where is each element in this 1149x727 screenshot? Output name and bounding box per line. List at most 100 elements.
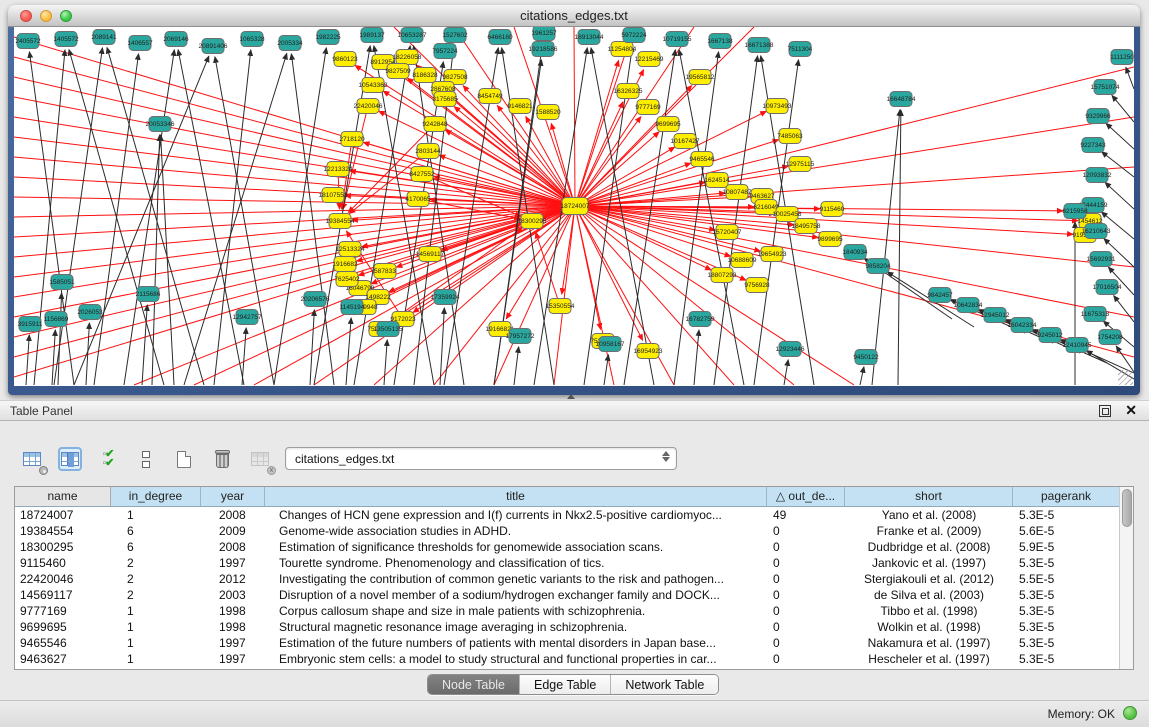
close-panel-icon[interactable]: ✕ xyxy=(1125,402,1137,419)
graph-node-label: 15350554 xyxy=(546,303,575,310)
graph-node-label: 22420046 xyxy=(354,103,383,110)
status-bar: Memory: OK xyxy=(0,700,1149,727)
graph-node-label: 1754208 xyxy=(1097,334,1123,341)
table-cell: 2012 xyxy=(201,571,265,587)
graph-node-label: 20891406 xyxy=(199,43,228,50)
tab-network-table[interactable]: Network Table xyxy=(611,675,718,694)
table-panel-title: Table Panel xyxy=(10,404,73,418)
table-row[interactable]: 2242004622012Investigating the contribut… xyxy=(15,571,1120,587)
memory-ok-icon[interactable] xyxy=(1123,706,1137,720)
table-cell: 1997 xyxy=(201,555,265,571)
graph-node-label: 18724007 xyxy=(561,203,590,210)
graph-node-label: 16648784 xyxy=(887,96,916,103)
graph-node-label: 1961257 xyxy=(531,30,557,37)
graph-node-label: 7625402 xyxy=(334,276,360,283)
table-cell: 5.3E-5 xyxy=(1013,651,1120,667)
table-source-dropdown[interactable]: citations_edges.txt xyxy=(285,447,677,470)
graph-node-label: 9146821 xyxy=(507,103,533,110)
table-row[interactable]: 946554611997Estimation of the future num… xyxy=(15,635,1120,651)
table-row[interactable]: 1872400712008Changes of HCN gene express… xyxy=(15,507,1120,523)
network-canvas[interactable]: 1872400798601238912954182260589827509818… xyxy=(14,27,1134,386)
table-cell: Estimation of the future numbers of pati… xyxy=(265,635,767,651)
graph-node-label: 12945012 xyxy=(981,312,1010,319)
graph-node-label: 10167427 xyxy=(671,138,700,145)
table-cell: 0 xyxy=(767,619,845,635)
application-frame: citations_edges.txt 18724007986012389129… xyxy=(0,0,1149,727)
table-cell: Changes of HCN gene expression and I(f) … xyxy=(265,507,767,523)
graph-node-label: 18807293 xyxy=(708,272,737,279)
table-row[interactable]: 1456911722003Disruption of a novel membe… xyxy=(15,587,1120,603)
graph-node-label: 9860123 xyxy=(332,56,358,63)
split-pane-handle[interactable] xyxy=(567,394,575,399)
graph-node-label: 10543362 xyxy=(359,82,388,89)
table-source-value: citations_edges.txt xyxy=(295,452,394,466)
table-cell: 1 xyxy=(111,603,201,619)
column-header-year[interactable]: year xyxy=(201,487,265,506)
column-header-in_degree[interactable]: in_degree xyxy=(111,487,201,506)
table-cell: 2009 xyxy=(201,523,265,539)
graph-node-label: 6216049 xyxy=(753,204,779,211)
table-row[interactable]: 977716911998Corpus callosum shape and si… xyxy=(15,603,1120,619)
select-rows-icon[interactable]: ✔✔ xyxy=(96,447,120,471)
graph-node-label: 16326325 xyxy=(614,88,643,95)
table-cell: 2 xyxy=(111,555,201,571)
table-cell: Embryonic stem cells: a model to study s… xyxy=(265,651,767,667)
dropdown-stepper-icon[interactable] xyxy=(662,451,670,462)
graph-node-label: 12215469 xyxy=(635,56,664,63)
network-window[interactable]: citations_edges.txt 18724007986012389129… xyxy=(8,5,1140,395)
network-window-titlebar[interactable]: citations_edges.txt xyxy=(8,5,1140,27)
table-cell: 6 xyxy=(111,539,201,555)
graph-node-label: 19384554 xyxy=(326,218,355,225)
column-header-name[interactable]: name xyxy=(15,487,111,506)
column-header-out_degree[interactable]: △ out_de... xyxy=(767,487,845,506)
graph-node-label: 1111250 xyxy=(1110,54,1134,61)
table-settings-icon[interactable] xyxy=(20,447,44,471)
graph-node-label: 9115460 xyxy=(820,206,845,213)
resize-grip[interactable] xyxy=(1118,370,1133,385)
network-svg: 1872400798601238912954182260589827509818… xyxy=(14,27,1134,386)
graph-node-label: 17359924 xyxy=(431,294,460,301)
table-row[interactable]: 1938455462009Genome-wide association stu… xyxy=(15,523,1120,539)
column-header-pagerank[interactable]: pagerank xyxy=(1013,487,1120,506)
table-cell: Investigating the contribution of common… xyxy=(265,571,767,587)
graph-node-label: 10642834 xyxy=(954,302,983,309)
graph-node-label: 12410945 xyxy=(1063,342,1092,349)
table-cell: Tourette syndrome. Phenomenology and cla… xyxy=(265,555,767,571)
table-cell: 18724007 xyxy=(15,507,111,523)
table-scrollbar-thumb[interactable] xyxy=(1122,489,1132,527)
graph-node-label: 19565812 xyxy=(686,74,715,81)
table-cell: Jankovic et al. (1997) xyxy=(845,555,1013,571)
graph-node-label: 1156869 xyxy=(44,316,69,323)
new-table-icon[interactable] xyxy=(172,447,196,471)
table-cell: Franke et al. (2009) xyxy=(845,523,1013,539)
table-cell: de Silva et al. (2003) xyxy=(845,587,1013,603)
table-row[interactable]: 969969511998Structural magnetic resonanc… xyxy=(15,619,1120,635)
graph-node-label: 9899695 xyxy=(817,236,843,243)
table-row[interactable]: 1830029562008Estimation of significance … xyxy=(15,539,1120,555)
select-column-icon[interactable] xyxy=(58,447,82,471)
tab-node-table[interactable]: Node Table xyxy=(428,675,520,694)
graph-node-label: 12923446 xyxy=(776,346,805,353)
graph-node-label: 8186328 xyxy=(412,72,438,79)
delete-table-icon[interactable] xyxy=(210,447,234,471)
table-cell: Disruption of a novel member of a sodium… xyxy=(265,587,767,603)
row-stack-icon[interactable] xyxy=(134,447,158,471)
table-scrollbar[interactable] xyxy=(1119,487,1133,669)
table-row[interactable]: 911546021997Tourette syndrome. Phenomeno… xyxy=(15,555,1120,571)
graph-node-label: 9756928 xyxy=(744,282,770,289)
graph-node-label: 15720407 xyxy=(713,229,742,236)
graph-node-label: 11675318 xyxy=(1081,311,1110,318)
graph-node-label: 10025458 xyxy=(773,211,802,218)
graph-node-label: 10719155 xyxy=(663,36,692,43)
graph-node-label: 17957272 xyxy=(506,333,535,340)
tab-edge-table[interactable]: Edge Table xyxy=(520,675,611,694)
table-cell: 5.3E-5 xyxy=(1013,619,1120,635)
table-row[interactable]: 946362711997Embryonic stem cells: a mode… xyxy=(15,651,1120,667)
float-panel-icon[interactable] xyxy=(1099,405,1111,417)
column-header-title[interactable]: title xyxy=(265,487,767,506)
column-header-short[interactable]: short xyxy=(845,487,1013,506)
graph-node-label: 2803144 xyxy=(415,148,441,155)
graph-node-label: 12093832 xyxy=(1083,172,1112,179)
table-cell: 5.3E-5 xyxy=(1013,635,1120,651)
graph-node-label: 7485063 xyxy=(777,133,803,140)
